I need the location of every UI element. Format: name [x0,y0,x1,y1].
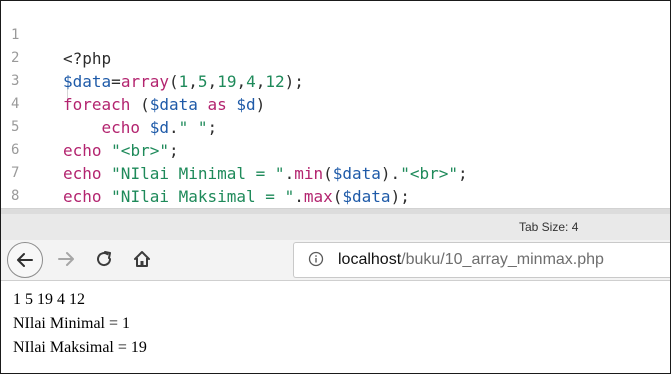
code-token: echo [63,164,102,183]
code-token: foreach [63,95,131,114]
code-token: ) [255,95,266,114]
url-host: localhost [338,251,402,268]
code-token: ; [168,141,179,160]
code-token: $data [332,164,381,183]
code-token: ( [168,72,179,91]
code-token: $data [342,187,391,206]
code-line-6: 6 echo "NIlai Minimal = ".min($data)."<b… [1,114,468,183]
code-line-3: 3 foreach ($data as $d) [1,45,265,114]
code-token: ; [207,118,218,137]
arrow-left-icon [17,253,33,267]
code-token: 12 [265,72,285,91]
forward-button[interactable] [49,242,83,276]
code-token: , [207,72,218,91]
code-content: echo "NIlai Minimal = ".min($data)."<br>… [63,162,468,186]
home-icon [134,251,150,267]
code-content: echo $d." "; [63,116,218,140]
arrow-right-icon [58,252,74,266]
home-button[interactable] [125,242,159,276]
output-line: NIlai Maksimal = 19 [13,339,147,356]
back-button[interactable] [7,242,43,278]
code-token: "NIlai Minimal = " [111,164,285,183]
code-token: ); [284,72,304,91]
code-content: $data=array(1,5,19,4,12); [63,70,304,94]
code-token: ( [323,164,333,183]
browser-toolbar: localhost/buku/10_array_minmax.php [1,240,670,281]
code-token: . [168,118,179,137]
code-token: , [188,72,198,91]
code-content: foreach ($data as $d) [63,93,265,117]
code-token: array [120,72,169,91]
code-line-7: 7 echo "NIlai Maksimal = ".max($data); [1,137,410,206]
output-line: 1 5 19 4 12 [13,291,85,308]
screenshot-frame: 1 <?php 2 $data=array(1,5,19,4,12); 3 fo… [0,0,671,374]
code-token: ). [380,164,401,183]
code-token: ); [390,187,410,206]
code-line-8: 8 ?> [1,160,59,204]
code-line-9: 9 [1,188,59,208]
address-bar[interactable]: localhost/buku/10_array_minmax.php [293,242,670,278]
code-line-1: 1 <?php [1,1,111,68]
code-token: "NIlai Maksimal = " [111,187,295,206]
code-token: "<br>" [111,141,169,160]
code-token: "<br>" [400,164,458,183]
code-token: , [255,72,266,91]
code-token: $data [63,72,112,91]
code-token: <?php [63,49,112,68]
code-token: $d [149,118,169,137]
code-token: ( [332,187,343,206]
reload-button[interactable] [87,242,121,276]
code-line-2: 2 $data=array(1,5,19,4,12); [1,22,304,91]
code-token: ( [130,95,150,114]
url-path: /buku/10_array_minmax.php [401,251,604,268]
code-token: 5 [197,72,208,91]
code-content: <?php [63,47,111,71]
code-line-4: 4 echo $d." "; [1,68,217,137]
code-token: ; [457,164,468,183]
code-token: 4 [246,72,256,91]
code-token: min [294,164,324,183]
tab-size-indicator[interactable]: Tab Size: 4 [519,220,578,234]
code-token: $d [236,95,256,114]
code-token: " " [178,118,208,137]
code-editor[interactable]: 1 <?php 2 $data=array(1,5,19,4,12); 3 fo… [1,1,670,208]
code-content: echo "NIlai Maksimal = ".max($data); [63,185,410,208]
code-token: $data [149,95,198,114]
url-text[interactable]: localhost/buku/10_array_minmax.php [338,251,604,269]
code-token: echo [63,141,102,160]
status-divider [1,209,670,214]
code-token: 1 [178,72,189,91]
code-token: , [236,72,247,91]
code-token: . [294,187,304,206]
page-content: 1 5 19 4 12 NIlai Minimal = 1 NIlai Maks… [1,281,670,373]
editor-status-bar: Tab Size: 4 [1,208,670,241]
code-token: echo [101,118,141,137]
code-line-5: 5 echo "<br>"; [1,91,179,160]
code-token: max [303,187,333,206]
code-token: echo [63,187,102,206]
code-content: echo "<br>"; [63,139,179,163]
code-token: 19 [217,72,237,91]
info-icon[interactable] [308,251,324,267]
code-token: . [284,164,295,183]
output-line: NIlai Minimal = 1 [13,315,131,332]
code-token: = [111,72,121,91]
reload-icon [97,251,112,267]
code-token: as [197,95,237,114]
